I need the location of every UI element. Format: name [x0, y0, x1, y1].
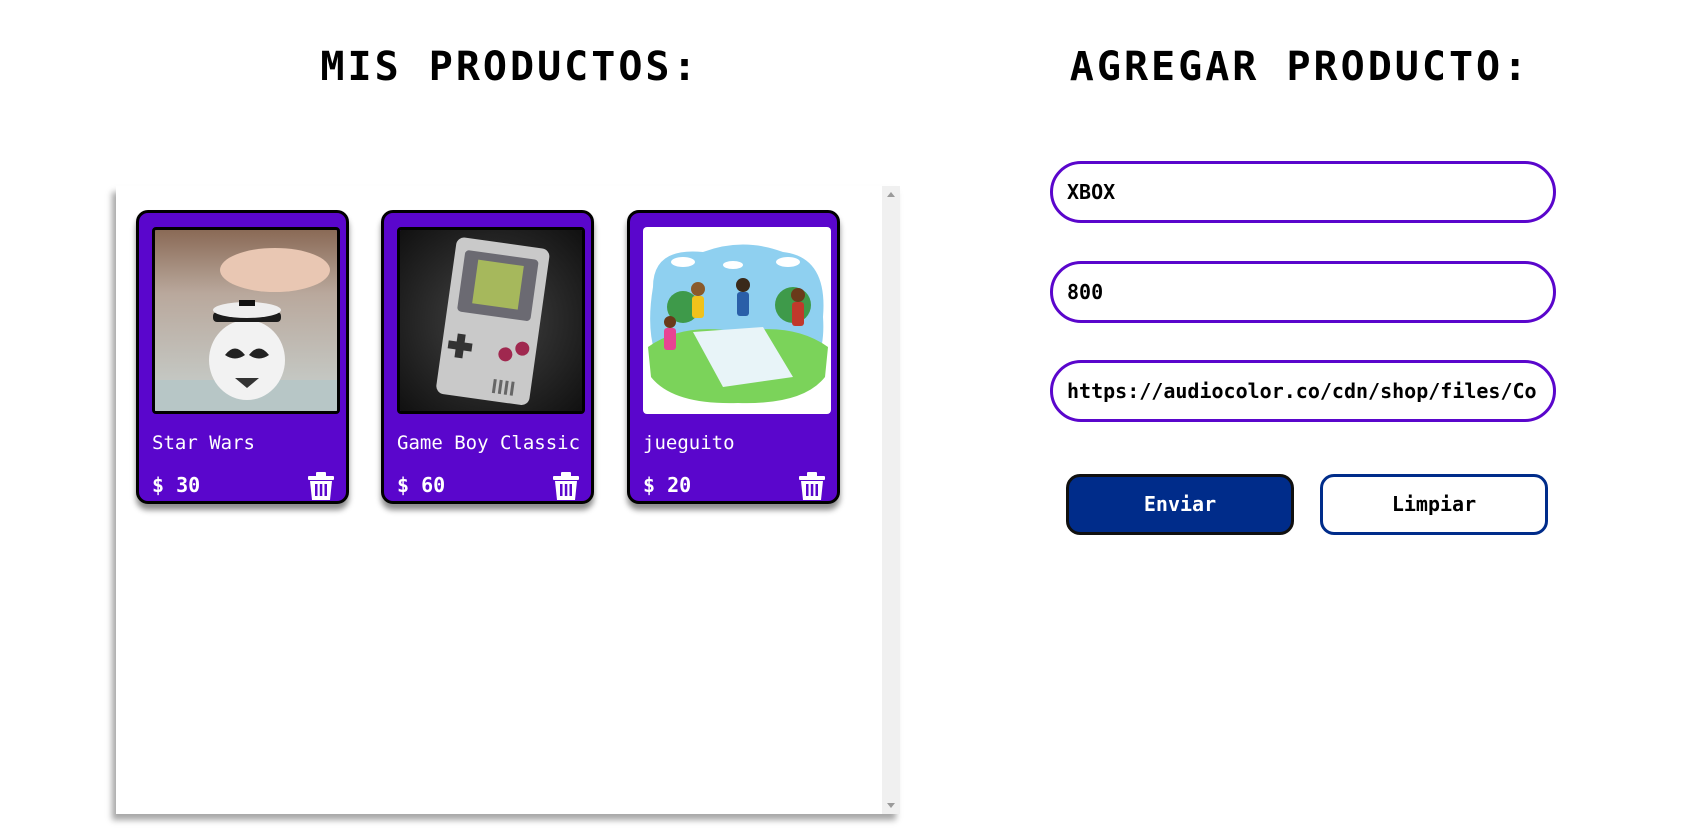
product-image: [152, 227, 340, 414]
scroll-down-arrow-icon[interactable]: [887, 803, 895, 808]
product-price: $ 20: [643, 473, 692, 497]
product-image: [643, 227, 831, 414]
product-card: Game Boy Classic $ 60: [381, 210, 594, 504]
trash-icon[interactable]: [799, 472, 825, 500]
product-card: jueguito $ 20: [627, 210, 840, 504]
product-price-input[interactable]: [1050, 261, 1556, 323]
product-name: Game Boy Classic: [397, 432, 581, 454]
product-name: jueguito: [643, 432, 735, 454]
clear-button[interactable]: Limpiar: [1320, 474, 1548, 535]
scroll-up-arrow-icon[interactable]: [887, 192, 895, 197]
products-title: MIS PRODUCTOS:: [320, 44, 700, 90]
product-name-input[interactable]: [1050, 161, 1556, 223]
send-button[interactable]: Enviar: [1066, 474, 1294, 535]
products-list-panel[interactable]: Star Wars $ 30 Game Boy Classic $ 60 jue…: [116, 186, 900, 814]
product-card: Star Wars $ 30: [136, 210, 349, 504]
product-price: $ 30: [152, 473, 201, 497]
trash-icon[interactable]: [308, 472, 334, 500]
product-price: $ 60: [397, 473, 446, 497]
trash-icon[interactable]: [553, 472, 579, 500]
product-name: Star Wars: [152, 432, 255, 454]
vertical-scrollbar[interactable]: [882, 186, 900, 814]
product-image-url-input[interactable]: [1050, 360, 1556, 422]
add-product-title: AGREGAR PRODUCTO:: [1069, 44, 1531, 90]
product-image: [397, 227, 585, 414]
